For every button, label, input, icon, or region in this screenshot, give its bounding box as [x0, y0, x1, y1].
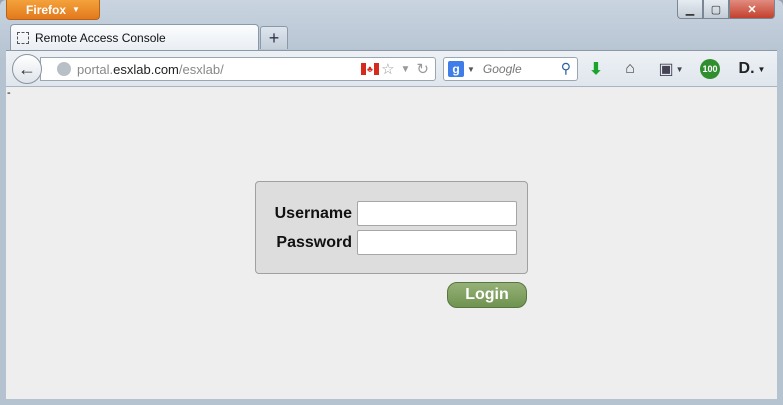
bookmarks-menu-button[interactable]: ▣ ▼ — [654, 57, 688, 81]
window-bottom-border — [0, 399, 783, 405]
search-placeholder: Google — [482, 62, 522, 76]
maximize-icon: ▢ — [710, 3, 722, 16]
page-content: - Username Password Login — [6, 86, 777, 399]
tab-remote-access-console[interactable]: Remote Access Console — [10, 24, 259, 50]
search-engine-dropdown-icon[interactable]: ▼ — [467, 65, 475, 74]
maximize-button[interactable]: ▢ — [703, 0, 729, 19]
addon-100-button[interactable]: 100 — [698, 57, 722, 81]
firefox-menu-label: Firefox — [26, 2, 67, 17]
addon-d-icon: D. — [738, 60, 755, 77]
addon-d-button[interactable]: D. ▼ — [732, 57, 772, 81]
url-path: /esxlab/ — [178, 61, 224, 77]
shield-100-icon: 100 — [700, 59, 720, 79]
plus-icon: + — [268, 27, 280, 48]
login-form: Username Password — [255, 181, 528, 274]
bookmarks-icon: ▣ — [658, 61, 674, 78]
bookmarks-dropdown-icon: ▼ — [675, 64, 684, 74]
username-field[interactable] — [357, 201, 517, 226]
minimize-icon: ▁ — [685, 3, 695, 16]
home-icon: ⌂ — [625, 60, 635, 77]
back-button[interactable]: ← — [12, 54, 42, 84]
address-bar[interactable]: portal. esxlab.com /esxlab/ ♣ ☆ ▼ ↻ — [40, 57, 436, 81]
url-domain: esxlab.com — [113, 61, 179, 77]
back-arrow-icon: ← — [18, 58, 36, 79]
stray-text: - — [7, 87, 11, 99]
canada-flag-icon: ♣ — [361, 63, 379, 75]
search-box[interactable]: g ▼ Google ⚲ — [443, 57, 578, 81]
username-label: Username — [274, 204, 352, 222]
navigation-toolbar: portal. esxlab.com /esxlab/ ♣ ☆ ▼ ↻ ← g … — [6, 50, 777, 86]
new-tab-button[interactable]: + — [260, 26, 288, 49]
reload-icon[interactable]: ↻ — [416, 60, 429, 78]
firefox-menu-button[interactable]: Firefox ▼ — [6, 0, 100, 20]
close-button[interactable]: ✕ — [729, 0, 775, 19]
tab-title: Remote Access Console — [35, 30, 166, 45]
downloads-button[interactable]: ⬇ — [584, 57, 608, 81]
google-icon[interactable]: g — [448, 61, 464, 77]
search-icon[interactable]: ⚲ — [561, 60, 571, 77]
bookmark-star-icon[interactable]: ☆ — [381, 60, 394, 78]
password-field[interactable] — [357, 230, 517, 255]
password-label: Password — [276, 233, 352, 251]
page-favicon-icon — [17, 31, 29, 44]
login-button[interactable]: Login — [447, 282, 527, 308]
home-button[interactable]: ⌂ — [618, 57, 642, 81]
addon-d-dropdown-icon: ▼ — [757, 64, 766, 74]
globe-icon — [57, 62, 71, 76]
minimize-button[interactable]: ▁ — [677, 0, 703, 19]
dropdown-arrow-icon: ▼ — [72, 5, 80, 14]
browser-window: Firefox ▼ ▁ ▢ ✕ Remote Access Console + … — [0, 0, 783, 405]
url-prefix: portal. — [77, 61, 114, 77]
window-controls: ▁ ▢ ✕ — [677, 0, 775, 19]
close-icon: ✕ — [747, 3, 757, 16]
history-dropdown-icon[interactable]: ▼ — [401, 64, 411, 75]
download-arrow-icon: ⬇ — [589, 61, 603, 78]
